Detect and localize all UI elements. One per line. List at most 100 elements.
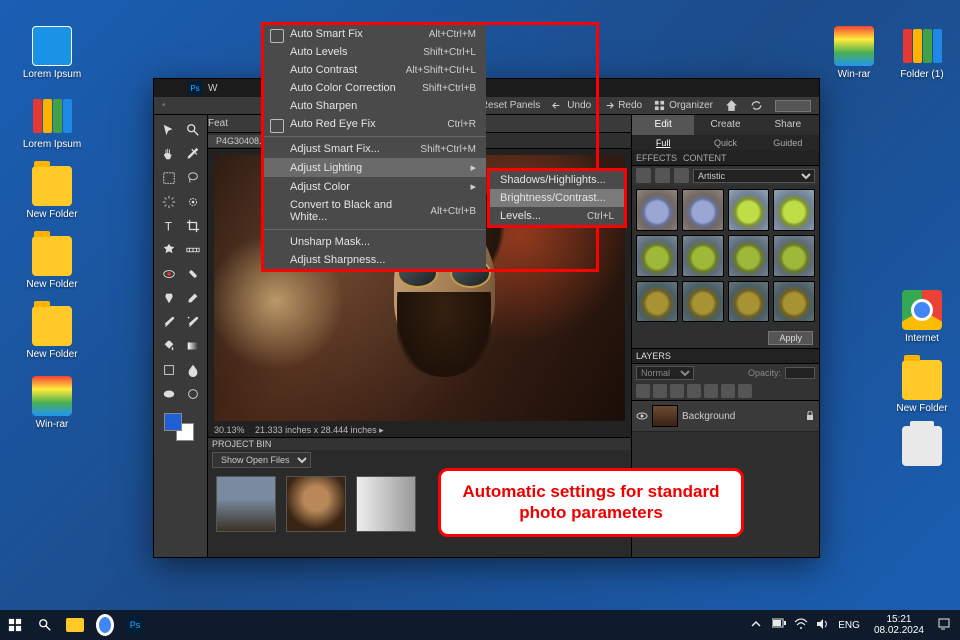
redo-button[interactable]: Redo [603,100,642,111]
effect-thumb[interactable] [682,189,724,231]
search-field[interactable] [775,100,811,112]
wifi-icon[interactable] [794,618,808,632]
tool-fill[interactable] [158,335,180,357]
menu-unknown[interactable]: • [162,100,166,111]
effect-thumb[interactable] [636,235,678,277]
bin-thumb[interactable] [356,476,416,532]
tool-detail[interactable] [182,383,204,405]
chevron-up-icon[interactable] [750,618,764,632]
tool-straighten[interactable] [182,239,204,261]
task-explorer[interactable] [60,610,90,640]
tool-marquee[interactable] [158,167,180,189]
desktop-icon-folder[interactable]: New Folder [890,360,954,414]
menu-adjust-color[interactable]: Adjust Color▸ [264,177,486,196]
desktop-icon-trash[interactable] [890,426,954,469]
menu-levels[interactable]: Levels...Ctrl+L [490,207,624,225]
apply-button[interactable]: Apply [768,331,813,345]
desktop-icon-binders[interactable]: Folder (1) [890,26,954,80]
tool-sponge[interactable] [158,383,180,405]
new-layer-icon[interactable] [636,384,650,398]
mode-create[interactable]: Create [694,115,756,135]
tool-smartbrush[interactable] [182,311,204,333]
tool-wand[interactable] [158,191,180,213]
tool-quickselect[interactable] [182,191,204,213]
eye-icon[interactable] [636,410,648,422]
sync-icon[interactable] [750,99,763,112]
tool-zoom[interactable] [182,119,204,141]
menu-auto-contrast[interactable]: Auto ContrastAlt+Shift+Ctrl+L [264,61,486,79]
effect-thumb[interactable] [728,235,770,277]
effects-category-select[interactable]: Artistic [693,169,815,183]
desktop-icon-folder[interactable]: New Folder [20,236,84,290]
adjust-icon[interactable] [687,384,701,398]
opacity-field[interactable] [785,367,815,379]
tool-lasso[interactable] [182,167,204,189]
effect-thumb[interactable] [773,189,815,231]
battery-icon[interactable] [772,618,786,632]
style-icon[interactable] [655,168,670,183]
menu-unsharp-mask[interactable]: Unsharp Mask... [264,233,486,251]
tab-content[interactable]: CONTENT [683,153,727,163]
fx-icon[interactable] [653,384,667,398]
tool-brush[interactable] [158,311,180,333]
effect-thumb[interactable] [728,281,770,323]
search-button[interactable] [30,610,60,640]
tool-move[interactable] [158,119,180,141]
mask-icon[interactable] [670,384,684,398]
desktop-icon-folder[interactable]: New Folder [20,166,84,220]
tool-blur[interactable] [182,359,204,381]
bin-thumb[interactable] [216,476,276,532]
tool-clone[interactable] [158,287,180,309]
menu-shadows-highlights[interactable]: Shadows/Highlights... [490,171,624,189]
blend-mode-select[interactable]: Normal [636,366,694,380]
color-swatches[interactable] [158,411,204,443]
desktop-icon-binders[interactable]: Lorem Ipsum [20,96,84,150]
effect-thumb[interactable] [682,235,724,277]
photo-icon[interactable] [674,168,689,183]
trash-icon[interactable] [738,384,752,398]
effect-thumb[interactable] [682,281,724,323]
desktop-icon-doc[interactable]: Lorem Ipsum [20,26,84,80]
menu-adjust-smart-fix[interactable]: Adjust Smart Fix...Shift+Ctrl+M [264,140,486,158]
menu-adjust-sharpness[interactable]: Adjust Sharpness... [264,251,486,269]
task-chrome[interactable] [90,610,120,640]
mode-share[interactable]: Share [757,115,819,135]
tool-redeye[interactable] [158,263,180,285]
tool-cookie[interactable] [158,239,180,261]
language-indicator[interactable]: ENG [838,620,860,631]
menu-auto-smart-fix[interactable]: Auto Smart FixAlt+Ctrl+M [264,25,486,43]
menu-auto-sharpen[interactable]: Auto Sharpen [264,97,486,115]
tool-eyedropper[interactable] [182,143,204,165]
effect-thumb[interactable] [728,189,770,231]
bin-thumb[interactable] [286,476,346,532]
link-icon[interactable] [704,384,718,398]
start-button[interactable] [0,610,30,640]
menu-auto-levels[interactable]: Auto LevelsShift+Ctrl+L [264,43,486,61]
effect-thumb[interactable] [636,281,678,323]
submode-quick[interactable]: Quick [694,135,756,151]
desktop-icon-archive[interactable]: Win-rar [20,376,84,430]
menu-brightness-contrast[interactable]: Brightness/Contrast... [490,189,624,207]
submode-full[interactable]: Full [632,135,694,151]
mode-edit[interactable]: Edit [632,115,694,135]
filter-icon[interactable] [636,168,651,183]
desktop-icon-folder[interactable]: New Folder [20,306,84,360]
menu-adjust-lighting[interactable]: Adjust Lighting▸ [264,158,486,177]
volume-icon[interactable] [816,618,830,632]
tab-effects[interactable]: EFFECTS [636,153,677,163]
effect-thumb[interactable] [773,281,815,323]
tool-shape[interactable] [158,359,180,381]
tool-hand[interactable] [158,143,180,165]
effect-thumb[interactable] [636,189,678,231]
desktop-icon-archive[interactable]: Win-rar [822,26,886,80]
menu-auto-redeye[interactable]: Auto Red Eye FixCtrl+R [264,115,486,133]
effect-thumb[interactable] [773,235,815,277]
lock-icon[interactable] [721,384,735,398]
notifications-icon[interactable] [938,618,952,632]
layer-row[interactable]: Background [632,401,819,432]
tool-gradient[interactable] [182,335,204,357]
organizer-button[interactable]: Organizer [654,100,713,111]
tool-type[interactable]: T [158,215,180,237]
tool-eraser[interactable] [182,287,204,309]
tool-healing[interactable] [182,263,204,285]
